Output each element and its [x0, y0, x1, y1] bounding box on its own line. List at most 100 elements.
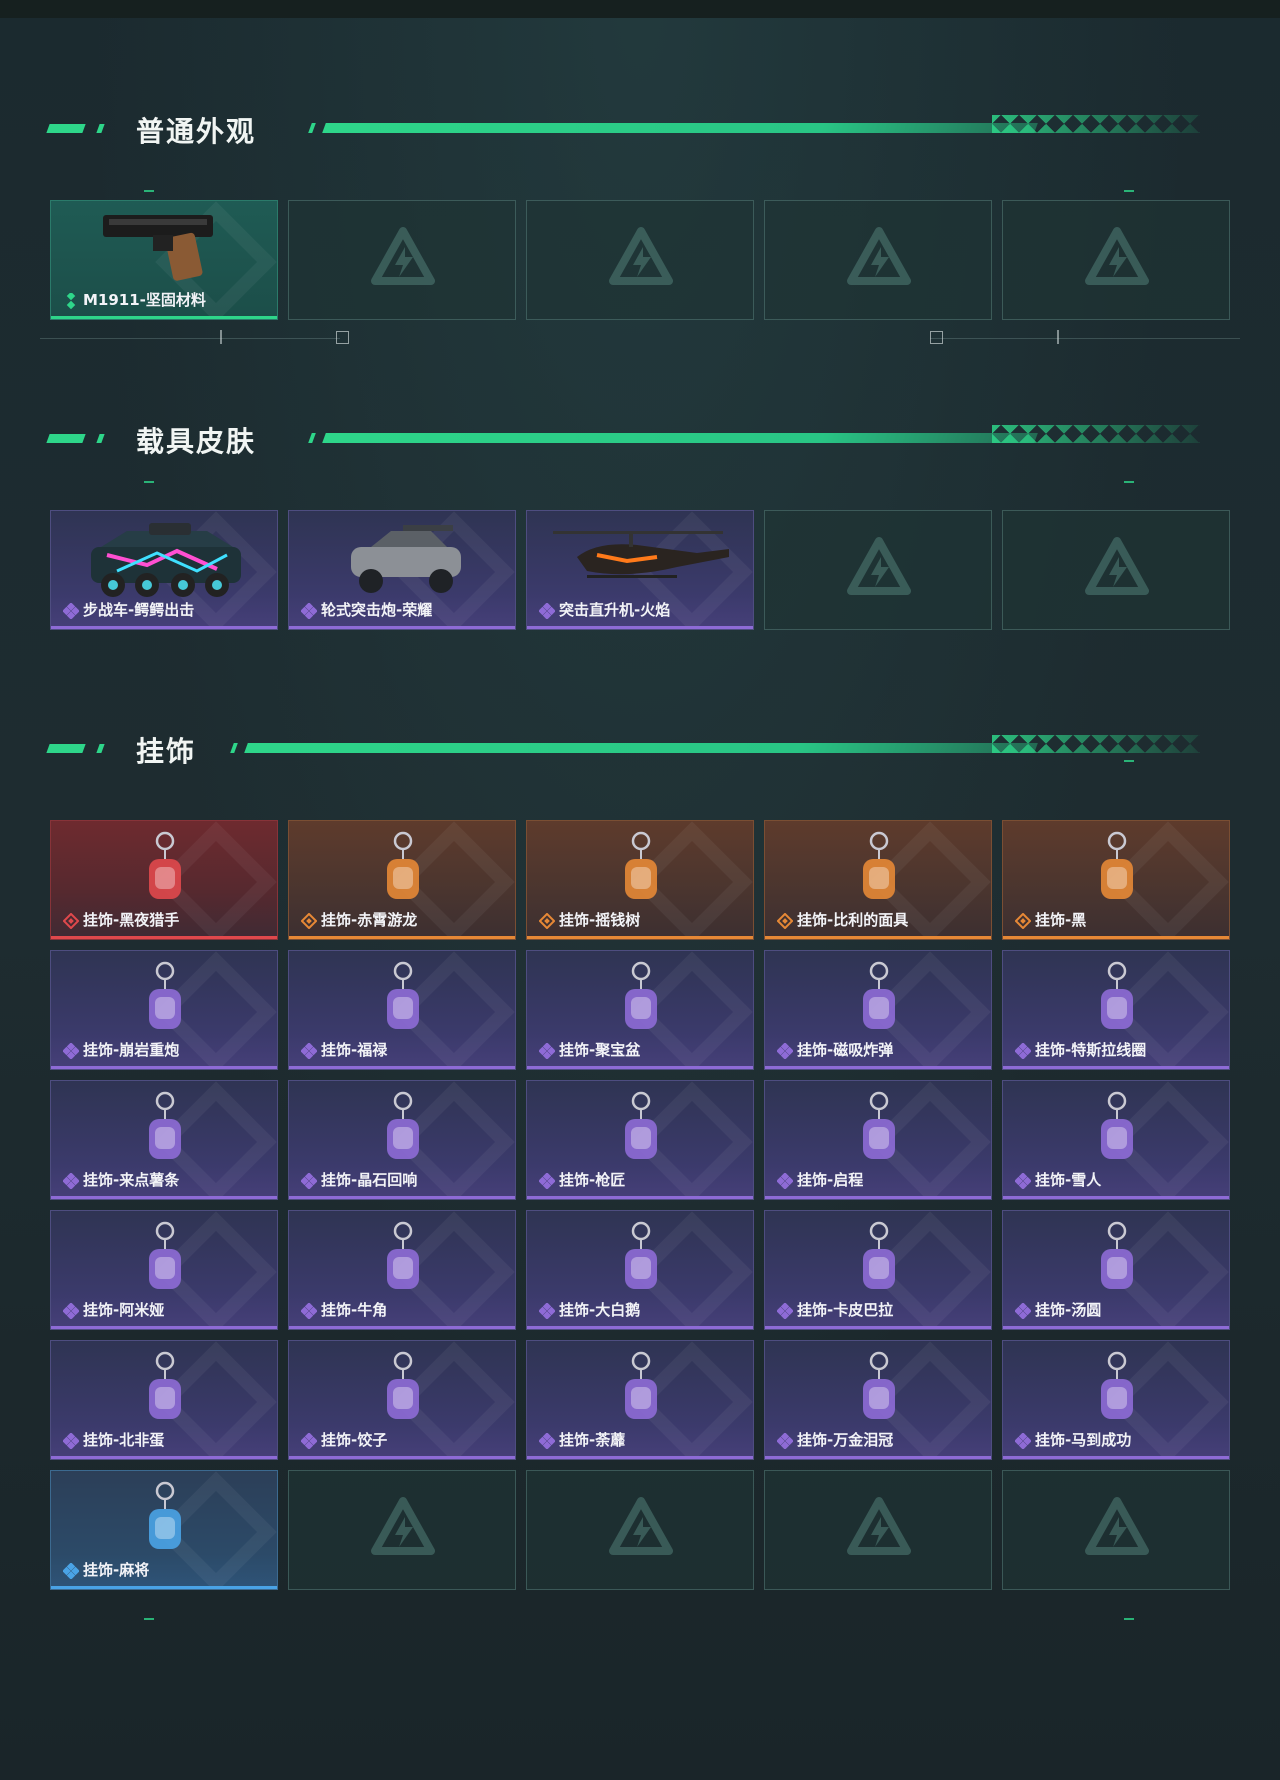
item-card[interactable]: 突击直升机-火焰	[526, 510, 754, 630]
item-card[interactable]: 挂饰-比利的面具	[764, 820, 992, 940]
charm-icon	[149, 1091, 181, 1159]
section-title: 普通外观	[136, 115, 257, 148]
title-accent	[46, 434, 86, 443]
item-label: 挂饰-崩岩重炮	[83, 1041, 180, 1059]
item-label: 挂饰-阿米娅	[83, 1301, 165, 1319]
charm-icon	[387, 1351, 419, 1419]
item-card[interactable]: 挂饰-北非蛋	[50, 1340, 278, 1460]
charm-icon	[1101, 1221, 1133, 1289]
charm-icon	[863, 1091, 895, 1159]
empty-slot	[526, 200, 754, 320]
charm-icon	[149, 961, 181, 1029]
item-card[interactable]: 挂饰-马到成功	[1002, 1340, 1230, 1460]
rarity-icon	[63, 1043, 79, 1059]
item-card[interactable]: 挂饰-黑	[1002, 820, 1230, 940]
item-label: 挂饰-麻将	[83, 1561, 150, 1579]
item-card[interactable]: 挂饰-崩岩重炮	[50, 950, 278, 1070]
item-card[interactable]: M1911-坚固材料	[50, 200, 278, 320]
title-accent	[230, 743, 238, 753]
charm-icon	[387, 831, 419, 899]
item-card[interactable]: 挂饰-摇钱树	[526, 820, 754, 940]
section-header-charms: 挂饰	[46, 732, 1208, 768]
item-card[interactable]: 挂饰-饺子	[288, 1340, 516, 1460]
charm-icon	[149, 1481, 181, 1549]
rarity-icon	[777, 1303, 793, 1319]
item-card[interactable]: 挂饰-来点薯条	[50, 1080, 278, 1200]
charm-icon	[149, 1351, 181, 1419]
rarity-icon	[301, 1433, 317, 1449]
timeline-tick	[1057, 330, 1059, 344]
item-card[interactable]: 挂饰-阿米娅	[50, 1210, 278, 1330]
placeholder-emblem-icon	[847, 227, 911, 285]
rarity-bar	[51, 936, 277, 939]
item-card[interactable]: 挂饰-黑夜猎手	[50, 820, 278, 940]
item-card[interactable]: 挂饰-特斯拉线圈	[1002, 950, 1230, 1070]
rarity-icon	[777, 1433, 793, 1449]
rarity-bar	[1003, 936, 1229, 939]
item-label: 挂饰-比利的面具	[797, 911, 909, 929]
rarity-icon	[63, 1433, 79, 1449]
item-card[interactable]: 挂饰-卡皮巴拉	[764, 1210, 992, 1330]
rarity-bar	[289, 1326, 515, 1329]
charm-icon	[387, 961, 419, 1029]
title-accent	[308, 433, 316, 443]
rarity-icon	[301, 603, 317, 619]
charm-icon	[625, 961, 657, 1029]
rarity-bar	[1003, 1456, 1229, 1459]
item-card[interactable]: 挂饰-赤霄游龙	[288, 820, 516, 940]
item-card[interactable]: 挂饰-聚宝盆	[526, 950, 754, 1070]
title-checker	[992, 735, 1200, 753]
charm-icon	[863, 1221, 895, 1289]
rarity-icon	[301, 1173, 317, 1189]
item-label: 挂饰-牛角	[321, 1301, 388, 1319]
rarity-bar	[289, 1196, 515, 1199]
rarity-bar	[51, 1066, 277, 1069]
item-card[interactable]: 挂饰-启程	[764, 1080, 992, 1200]
item-card[interactable]: 挂饰-牛角	[288, 1210, 516, 1330]
item-card[interactable]: 步战车-鳄鳄出击	[50, 510, 278, 630]
assault-vehicle-icon	[351, 525, 461, 593]
item-card[interactable]: 挂饰-荼蘼	[526, 1340, 754, 1460]
item-label: 轮式突击炮-荣耀	[321, 601, 433, 619]
item-label: 挂饰-万金泪冠	[797, 1431, 894, 1449]
item-card[interactable]: 挂饰-福禄	[288, 950, 516, 1070]
rarity-icon	[63, 603, 79, 619]
top-bar	[0, 0, 1280, 18]
section-title: 载具皮肤	[136, 425, 257, 458]
item-label: 挂饰-来点薯条	[83, 1171, 180, 1189]
charm-icon	[1101, 1351, 1133, 1419]
item-label: 挂饰-汤圆	[1035, 1301, 1102, 1319]
item-card[interactable]: 挂饰-磁吸炸弹	[764, 950, 992, 1070]
item-label: 挂饰-北非蛋	[83, 1431, 165, 1449]
item-card[interactable]: 挂饰-雪人	[1002, 1080, 1230, 1200]
rarity-icon	[1015, 1043, 1031, 1059]
item-card[interactable]: 挂饰-万金泪冠	[764, 1340, 992, 1460]
item-card[interactable]: 挂饰-汤圆	[1002, 1210, 1230, 1330]
rarity-bar	[51, 316, 277, 319]
empty-slot	[764, 200, 992, 320]
title-accent	[96, 744, 105, 753]
rarity-icon	[539, 1433, 555, 1449]
rarity-bar	[527, 1066, 753, 1069]
rarity-icon	[777, 1173, 793, 1189]
title-checker	[992, 425, 1200, 443]
empty-slot	[1002, 200, 1230, 320]
rarity-bar	[1003, 1326, 1229, 1329]
rarity-bar	[1003, 1066, 1229, 1069]
item-card[interactable]: 挂饰-大白鹅	[526, 1210, 754, 1330]
item-card[interactable]: 挂饰-麻将	[50, 1470, 278, 1590]
item-card[interactable]: 挂饰-枪匠	[526, 1080, 754, 1200]
placeholder-emblem-icon	[1085, 537, 1149, 595]
title-accent	[308, 123, 316, 133]
item-card[interactable]: 轮式突击炮-荣耀	[288, 510, 516, 630]
item-label: 挂饰-黑	[1035, 911, 1087, 929]
rarity-bar	[51, 626, 277, 629]
corner-mark	[1124, 1618, 1134, 1620]
rarity-bar	[765, 936, 991, 939]
section-header-vehicle-skins: 载具皮肤	[46, 422, 1208, 458]
rarity-bar	[527, 1326, 753, 1329]
item-card[interactable]: 挂饰-晶石回响	[288, 1080, 516, 1200]
charm-icon	[1101, 961, 1133, 1029]
charm-icon	[149, 1221, 181, 1289]
rarity-bar	[289, 1066, 515, 1069]
